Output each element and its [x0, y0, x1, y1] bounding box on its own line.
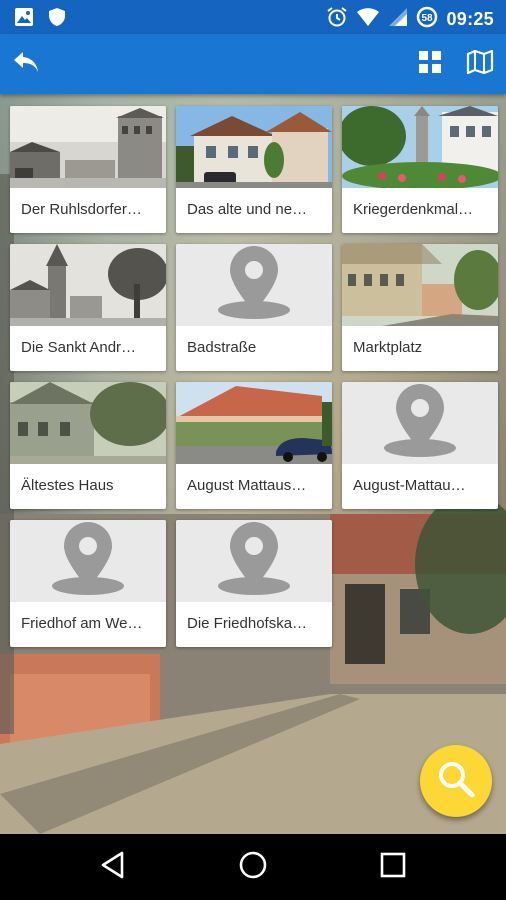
place-title: Der Ruhlsdorfer… — [21, 201, 142, 218]
thumbnail-photo-old-house — [10, 382, 166, 464]
place-title: Friedhof am We… — [21, 615, 143, 632]
thumbnail-photo-colored-street — [342, 244, 498, 326]
place-card[interactable]: Die Friedhofska… — [176, 520, 332, 647]
thumbnail-placeholder — [10, 520, 166, 602]
place-title: Ältestes Haus — [21, 477, 114, 494]
shield-notification-icon — [48, 7, 66, 32]
place-card[interactable]: Kriegerdenkmal… — [342, 106, 498, 233]
signal-icon — [388, 7, 408, 32]
back-button[interactable] — [1, 34, 51, 94]
search-fab-button[interactable] — [420, 745, 492, 817]
thumbnail-photo-bw-church — [10, 244, 166, 326]
search-icon — [436, 759, 476, 804]
battery-saver-icon: 58 — [416, 6, 438, 33]
place-card[interactable]: Friedhof am We… — [10, 520, 166, 647]
thumbnail-photo-memorial — [342, 106, 498, 188]
location-pin-icon — [384, 384, 456, 457]
places-content: Der Ruhlsdorfer… Das alte und ne… Kriege… — [0, 94, 506, 834]
place-title: Badstraße — [187, 339, 257, 356]
nav-back-button[interactable] — [93, 847, 133, 887]
home-circle-icon — [238, 850, 268, 885]
nav-recents-button[interactable] — [373, 847, 413, 887]
thumbnail-photo-car-house — [176, 382, 332, 464]
reply-back-icon — [12, 49, 40, 80]
grid-view-button[interactable] — [405, 34, 455, 94]
place-card[interactable]: Ältestes Haus — [10, 382, 166, 509]
place-title: Kriegerdenkmal… — [353, 201, 474, 218]
system-nav-bar — [0, 834, 506, 900]
thumbnail-photo-houses — [176, 106, 332, 188]
recents-square-icon — [380, 852, 406, 883]
place-card[interactable]: Der Ruhlsdorfer… — [10, 106, 166, 233]
wifi-icon — [356, 7, 380, 32]
place-title: Die Friedhofska… — [187, 615, 308, 632]
svg-text:58: 58 — [422, 13, 434, 24]
status-bar: 58 09:25 — [0, 0, 506, 34]
place-title: Marktplatz — [353, 339, 423, 356]
place-title: Das alte und ne… — [187, 201, 308, 218]
thumbnail-placeholder — [176, 520, 332, 602]
location-pin-icon — [218, 246, 290, 319]
place-card[interactable]: Marktplatz — [342, 244, 498, 371]
place-card[interactable]: August Mattaus… — [176, 382, 332, 509]
thumbnail-placeholder — [342, 382, 498, 464]
location-pin-icon — [218, 522, 290, 595]
thumbnail-placeholder — [176, 244, 332, 326]
thumbnail-photo-bw-street — [10, 106, 166, 188]
place-card[interactable]: Badstraße — [176, 244, 332, 371]
app-bar — [0, 34, 506, 94]
alarm-icon — [326, 6, 348, 33]
place-card[interactable]: August-Mattau… — [342, 382, 498, 509]
status-time: 09:25 — [446, 9, 494, 29]
back-triangle-icon — [100, 851, 126, 884]
place-title: August Mattaus… — [187, 477, 307, 494]
image-notification-icon — [14, 7, 34, 32]
place-title: August-Mattau… — [353, 477, 466, 494]
place-card[interactable]: Das alte und ne… — [176, 106, 332, 233]
place-card[interactable]: Die Sankt Andr… — [10, 244, 166, 371]
place-title: Die Sankt Andr… — [21, 339, 137, 356]
location-pin-icon — [52, 522, 124, 595]
grid-view-icon — [418, 50, 442, 79]
map-view-button[interactable] — [455, 34, 505, 94]
nav-home-button[interactable] — [233, 847, 273, 887]
map-view-icon — [466, 49, 494, 80]
